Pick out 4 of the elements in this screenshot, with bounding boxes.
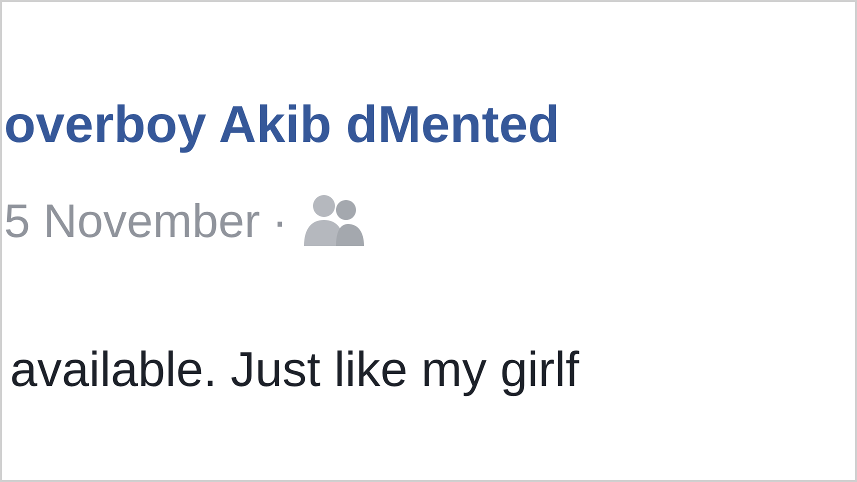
post-text: available. Just like my girlf — [9, 342, 580, 398]
author-name[interactable]: overboy Akib dMented — [4, 90, 855, 160]
friends-icon — [302, 192, 366, 248]
separator-dot: · — [272, 192, 288, 248]
